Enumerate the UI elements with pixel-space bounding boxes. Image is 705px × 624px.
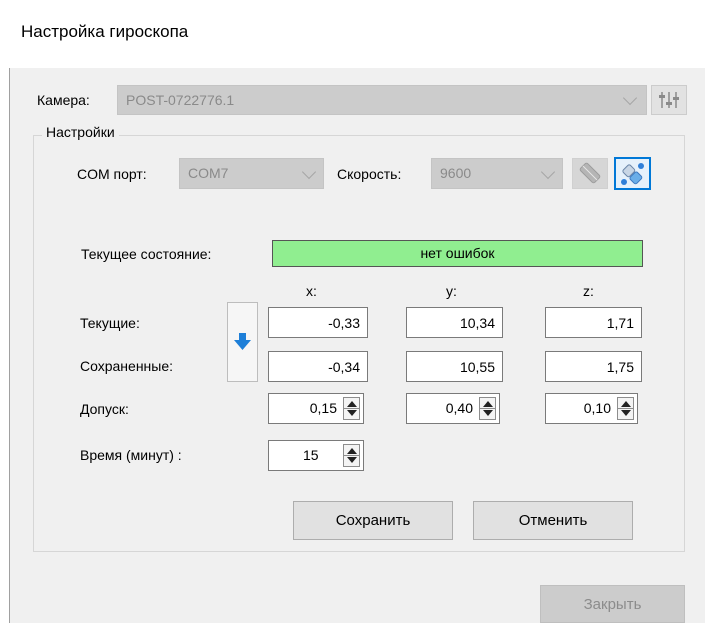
time-spinner[interactable]: 15 — [268, 440, 364, 471]
saved-z-field[interactable]: 1,75 — [545, 351, 642, 382]
spin-buttons[interactable] — [479, 397, 496, 420]
tolerance-z-spinner[interactable]: 0,10 — [545, 393, 638, 424]
chevron-down-icon — [622, 90, 638, 106]
tolerance-label: Допуск: — [80, 401, 129, 417]
com-port-label: COM порт: — [77, 166, 147, 182]
tolerance-x-spinner[interactable]: 0,15 — [268, 393, 364, 424]
window-left-border — [9, 68, 10, 623]
spin-down-icon[interactable] — [621, 410, 631, 416]
settings-group — [33, 135, 685, 552]
chevron-down-icon — [301, 164, 317, 180]
saved-y-field[interactable]: 10,55 — [406, 351, 503, 382]
current-x-field[interactable]: -0,33 — [268, 307, 368, 338]
com-port-select[interactable]: COM7 — [179, 158, 324, 189]
sliders-icon — [659, 92, 679, 108]
time-label: Время (минут) : — [80, 447, 182, 463]
title-bar: Настройка гироскопа — [0, 0, 705, 68]
spin-buttons[interactable] — [617, 397, 634, 420]
current-y-field[interactable]: 10,34 — [406, 307, 503, 338]
saved-x-field[interactable]: -0,34 — [268, 351, 368, 382]
plug-disconnected-icon — [579, 162, 601, 184]
spin-up-icon[interactable] — [347, 448, 357, 454]
tolerance-y-spinner[interactable]: 0,40 — [406, 393, 500, 424]
arrow-down-icon — [234, 333, 251, 350]
spin-buttons[interactable] — [343, 444, 360, 467]
tolerance-y-value: 0,40 — [445, 400, 473, 416]
spin-buttons[interactable] — [343, 397, 360, 420]
axis-y-header: y: — [446, 283, 457, 299]
status-indicator: нет ошибок — [272, 240, 643, 267]
tolerance-x-value: 0,15 — [309, 400, 337, 416]
tolerance-z-value: 0,10 — [583, 400, 611, 416]
spin-down-icon[interactable] — [347, 410, 357, 416]
plug-connected-icon — [621, 163, 644, 185]
spin-down-icon[interactable] — [483, 410, 493, 416]
chevron-down-icon — [540, 164, 556, 180]
spin-down-icon[interactable] — [347, 457, 357, 463]
axis-x-header: x: — [306, 283, 317, 299]
speed-value: 9600 — [440, 165, 472, 181]
spin-up-icon[interactable] — [347, 401, 357, 407]
settings-group-title: Настройки — [42, 124, 119, 140]
camera-select[interactable]: POST-0722776.1 — [117, 85, 647, 115]
time-value: 15 — [303, 447, 319, 463]
saved-label: Сохраненные: — [80, 358, 174, 374]
copy-current-to-saved-button[interactable] — [227, 302, 258, 382]
com-port-value: COM7 — [188, 165, 229, 181]
current-z-field[interactable]: 1,71 — [545, 307, 642, 338]
status-label: Текущее состояние: — [81, 246, 212, 262]
speed-label: Скорость: — [337, 166, 402, 182]
connect-button[interactable] — [614, 157, 651, 190]
cancel-button[interactable]: Отменить — [473, 501, 633, 540]
spin-up-icon[interactable] — [621, 401, 631, 407]
save-button[interactable]: Сохранить — [293, 501, 453, 540]
current-label: Текущие: — [80, 315, 140, 331]
disconnect-button[interactable] — [572, 158, 608, 189]
spin-up-icon[interactable] — [483, 401, 493, 407]
close-button[interactable]: Закрыть — [540, 585, 685, 623]
camera-select-value: POST-0722776.1 — [126, 92, 235, 108]
camera-settings-button[interactable] — [651, 85, 687, 115]
window-title: Настройка гироскопа — [21, 22, 189, 41]
axis-z-header: z: — [583, 283, 594, 299]
camera-label: Камера: — [37, 92, 90, 108]
speed-select[interactable]: 9600 — [431, 158, 563, 189]
